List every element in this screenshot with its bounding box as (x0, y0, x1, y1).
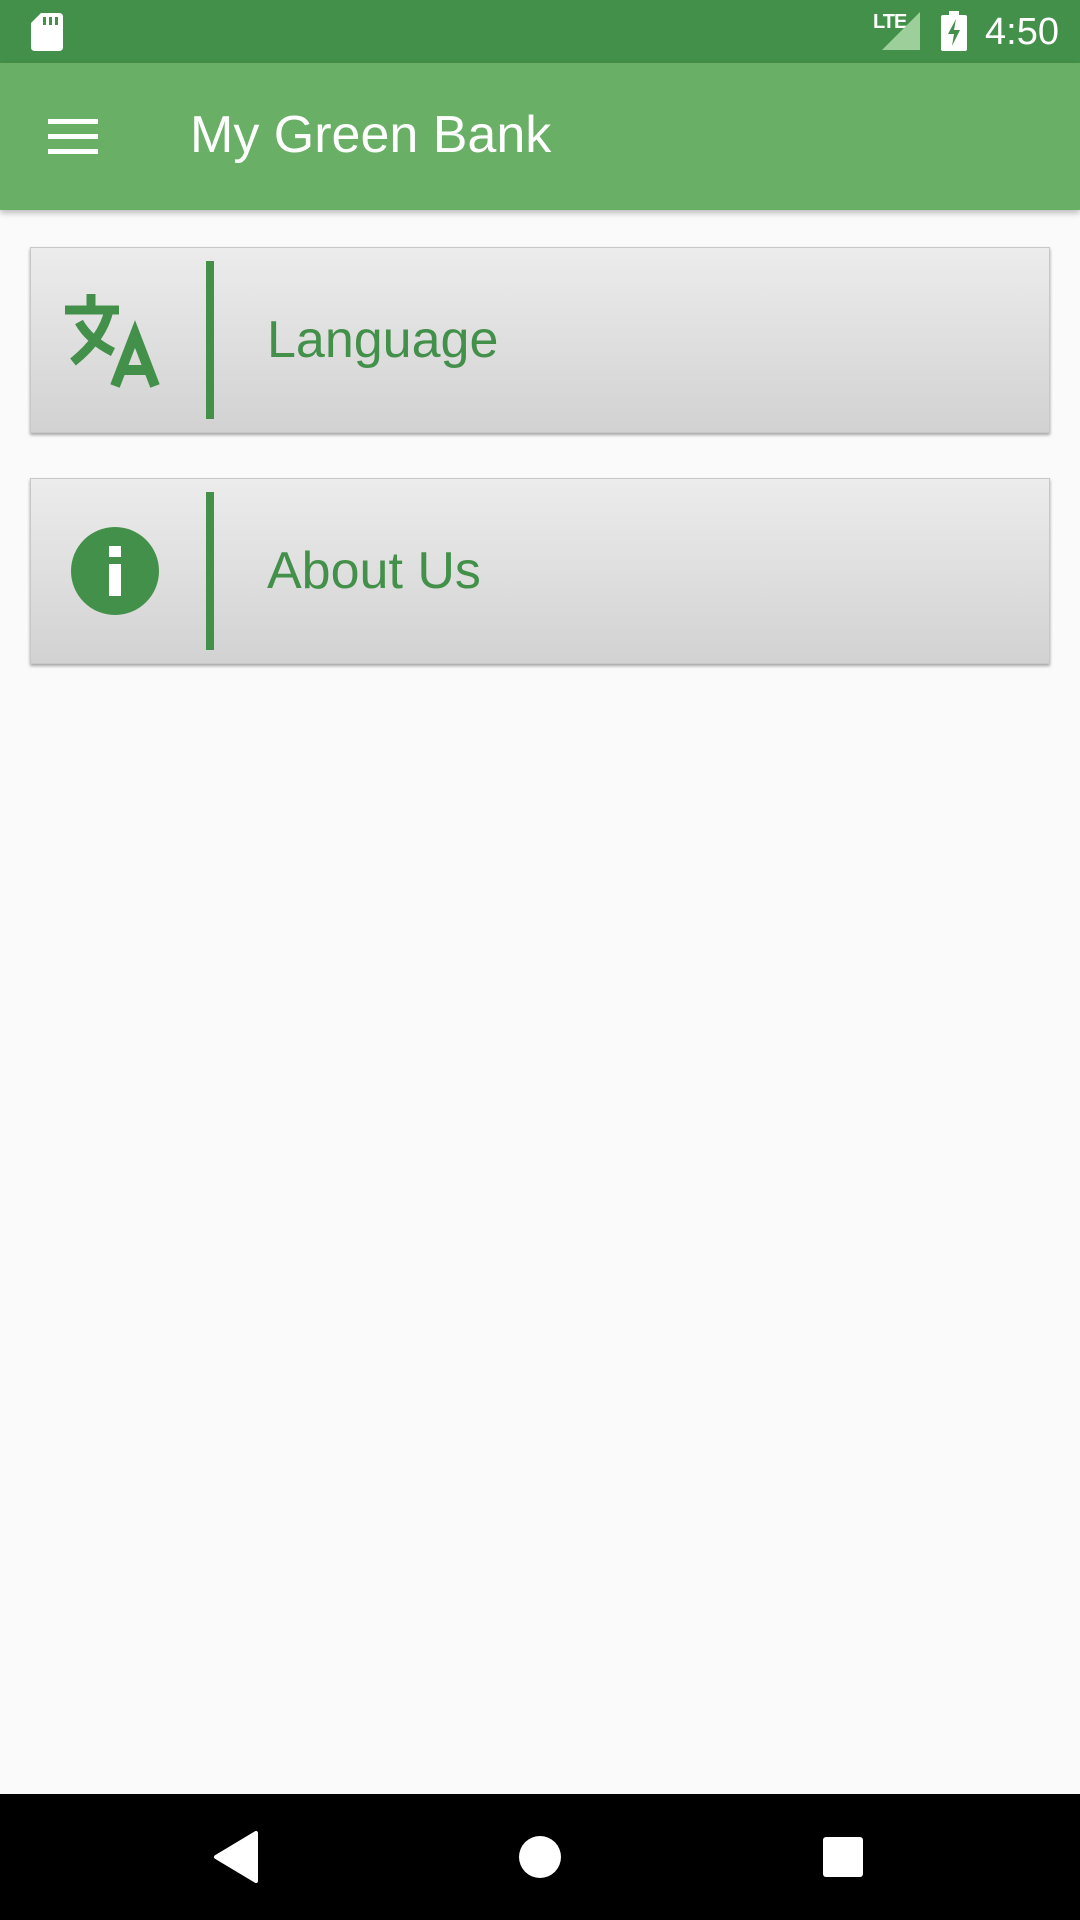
menu-button[interactable] (25, 88, 121, 184)
translate-icon (65, 294, 160, 388)
about-us-button[interactable]: About Us (30, 478, 1050, 664)
info-icon (71, 527, 159, 615)
language-label: Language (267, 311, 499, 369)
about-us-label: About Us (267, 542, 481, 600)
sd-card-icon (31, 13, 63, 51)
language-button[interactable]: Language (30, 247, 1050, 433)
card-divider (206, 492, 214, 650)
home-icon (519, 1836, 561, 1878)
recents-icon (823, 1837, 863, 1877)
recents-button[interactable] (807, 1821, 879, 1893)
clock: 4:50 (985, 11, 1059, 53)
hamburger-menu-icon (48, 119, 98, 154)
back-button[interactable] (200, 1821, 272, 1893)
page-title: My Green Bank (190, 106, 552, 164)
navigation-bar (0, 1794, 1080, 1920)
back-icon (214, 1831, 258, 1883)
signal-icon (882, 12, 920, 50)
card-divider (206, 261, 214, 419)
battery-charging-icon (941, 11, 967, 51)
app-bar: My Green Bank (0, 63, 1080, 210)
status-bar: LTE 4:50 (0, 0, 1080, 63)
home-button[interactable] (504, 1821, 576, 1893)
